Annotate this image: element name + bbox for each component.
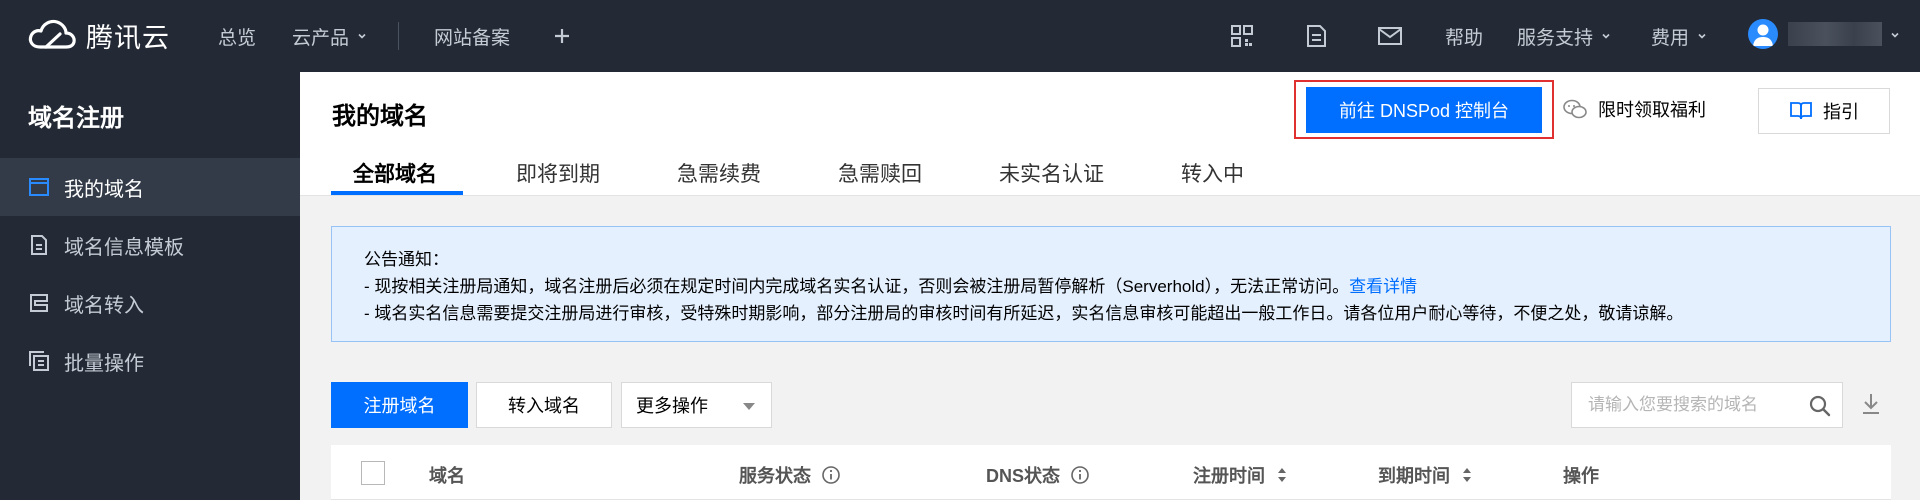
brand-name: 腾讯云 — [86, 22, 170, 53]
column-dns-status: DNS状态 — [986, 462, 1090, 488]
more-actions-dropdown[interactable]: 更多操作 — [621, 382, 772, 428]
nav-icp-filing[interactable]: 网站备案 — [434, 0, 510, 72]
column-label: 到期时间 — [1378, 466, 1450, 486]
transfer-domain-button[interactable]: 转入域名 — [476, 382, 612, 428]
limited-benefit-label: 限时领取福利 — [1598, 100, 1706, 120]
nav-service-support[interactable]: 服务支持 — [1517, 0, 1611, 72]
wechat-icon — [1563, 99, 1587, 119]
download-icon[interactable] — [1860, 392, 1882, 416]
sidebar-item-domain-transfer[interactable]: 域名转入 — [0, 274, 300, 332]
domain-search-input[interactable] — [1588, 395, 1788, 415]
domain-icon — [29, 178, 49, 196]
announcement-notice: 公告通知： - 现按相关注册局通知，域名注册后必须在规定时间内完成域名实名认证，… — [331, 226, 1891, 342]
nav-divider — [398, 22, 399, 50]
sidebar-item-label: 域名转入 — [64, 294, 144, 317]
nav-help[interactable]: 帮助 — [1445, 0, 1483, 72]
column-service-status: 服务状态 — [739, 462, 841, 488]
dnspod-console-button[interactable]: 前往 DNSPod 控制台 — [1306, 87, 1542, 133]
tab-expiring-soon[interactable]: 即将到期 — [516, 156, 600, 196]
avatar[interactable] — [1748, 19, 1778, 49]
active-tab-indicator — [331, 191, 463, 195]
column-label: 操作 — [1563, 466, 1599, 486]
column-domain: 域名 — [429, 462, 465, 488]
notice-line-2: - 域名实名信息需要提交注册局进行审核，受特殊时期影响，部分注册局的审核时间有所… — [364, 304, 1684, 323]
tab-urgent-redemption[interactable]: 急需赎回 — [838, 156, 922, 196]
account-name-redacted[interactable] — [1788, 22, 1882, 46]
domain-table-header: 域名 服务状态 DNS状态 注册时间 到期时间 操作 — [331, 445, 1891, 500]
chevron-down-icon[interactable] — [1890, 30, 1900, 40]
notice-line-1: - 现按相关注册局通知，域名注册后必须在规定时间内完成域名实名认证，否则会被注册… — [364, 273, 1890, 300]
tab-all-domains[interactable]: 全部域名 — [353, 156, 437, 196]
nav-help-label: 帮助 — [1445, 27, 1484, 49]
mail-icon[interactable] — [1376, 22, 1404, 50]
sidebar-title: 域名注册 — [28, 105, 124, 132]
qrcode-icon[interactable] — [1228, 22, 1256, 50]
nav-service-support-label: 服务支持 — [1517, 27, 1594, 49]
register-domain-button[interactable]: 注册域名 — [331, 382, 468, 428]
column-actions: 操作 — [1563, 462, 1599, 488]
content-header: 我的域名 前往 DNSPod 控制台 限时领取福利 指引 全部域名 即将到期 急… — [300, 72, 1920, 196]
batch-icon — [29, 351, 49, 371]
info-icon[interactable] — [821, 465, 841, 485]
column-expiry-date: 到期时间 — [1378, 462, 1472, 488]
tab-urgent-renewal[interactable]: 急需续费 — [677, 156, 761, 196]
tab-unverified[interactable]: 未实名认证 — [999, 156, 1104, 196]
more-actions-label: 更多操作 — [636, 396, 708, 416]
sidebar-item-my-domains[interactable]: 我的域名 — [0, 158, 300, 216]
top-navbar: 腾讯云 总览 云产品 网站备案 帮助 服务支持 费用 — [0, 0, 1920, 72]
guide-button-label: 指引 — [1823, 102, 1859, 122]
transfer-icon — [30, 294, 48, 312]
sidebar-item-label: 批量操作 — [64, 352, 144, 375]
column-label: 服务状态 — [739, 466, 811, 486]
chevron-down-icon — [1698, 33, 1706, 39]
sidebar-item-label: 我的域名 — [64, 178, 144, 201]
sort-icon — [1463, 468, 1471, 482]
info-icon[interactable] — [1070, 465, 1090, 485]
domain-search-box — [1571, 382, 1843, 428]
nav-cloud-products-label: 云产品 — [292, 27, 350, 49]
caret-down-icon — [743, 403, 755, 410]
column-label: 注册时间 — [1193, 466, 1265, 486]
nav-overview[interactable]: 总览 — [218, 0, 256, 72]
cloud-logo-icon — [28, 19, 76, 49]
column-label: DNS状态 — [986, 466, 1061, 486]
guide-button[interactable]: 指引 — [1758, 88, 1890, 134]
sidebar-item-label: 域名信息模板 — [64, 236, 184, 259]
plus-icon[interactable] — [548, 22, 576, 50]
tab-transferring-in[interactable]: 转入中 — [1181, 156, 1244, 196]
document-icon[interactable] — [1302, 22, 1330, 50]
view-details-link[interactable]: 查看详情 — [1349, 277, 1417, 296]
chevron-down-icon — [358, 33, 366, 39]
chevron-down-icon — [1602, 33, 1610, 39]
column-label: 域名 — [429, 466, 465, 486]
select-all-checkbox[interactable] — [361, 461, 385, 485]
nav-overview-label: 总览 — [218, 27, 257, 49]
nav-billing-label: 费用 — [1651, 27, 1690, 49]
column-registration-date: 注册时间 — [1193, 462, 1287, 488]
book-icon — [1790, 102, 1812, 120]
search-icon[interactable] — [1808, 394, 1832, 418]
nav-billing[interactable]: 费用 — [1651, 0, 1707, 72]
limited-benefit-link[interactable]: 限时领取福利 — [1562, 96, 1706, 122]
user-icon — [1753, 24, 1773, 46]
notice-title: 公告通知： — [364, 250, 449, 269]
sidebar: 域名注册 我的域名 域名信息模板 域名转入 批量操作 — [0, 72, 300, 500]
template-icon — [31, 235, 47, 255]
nav-cloud-products[interactable]: 云产品 — [292, 0, 367, 72]
page-title: 我的域名 — [332, 103, 428, 130]
sidebar-item-domain-template[interactable]: 域名信息模板 — [0, 216, 300, 274]
nav-icp-filing-label: 网站备案 — [434, 27, 511, 49]
notice-line-1-text: - 现按相关注册局通知，域名注册后必须在规定时间内完成域名实名认证，否则会被注册… — [364, 277, 1350, 296]
tencent-cloud-logo[interactable]: 腾讯云 — [26, 14, 170, 56]
sort-icon — [1278, 468, 1286, 482]
sidebar-item-batch-operations[interactable]: 批量操作 — [0, 332, 300, 390]
